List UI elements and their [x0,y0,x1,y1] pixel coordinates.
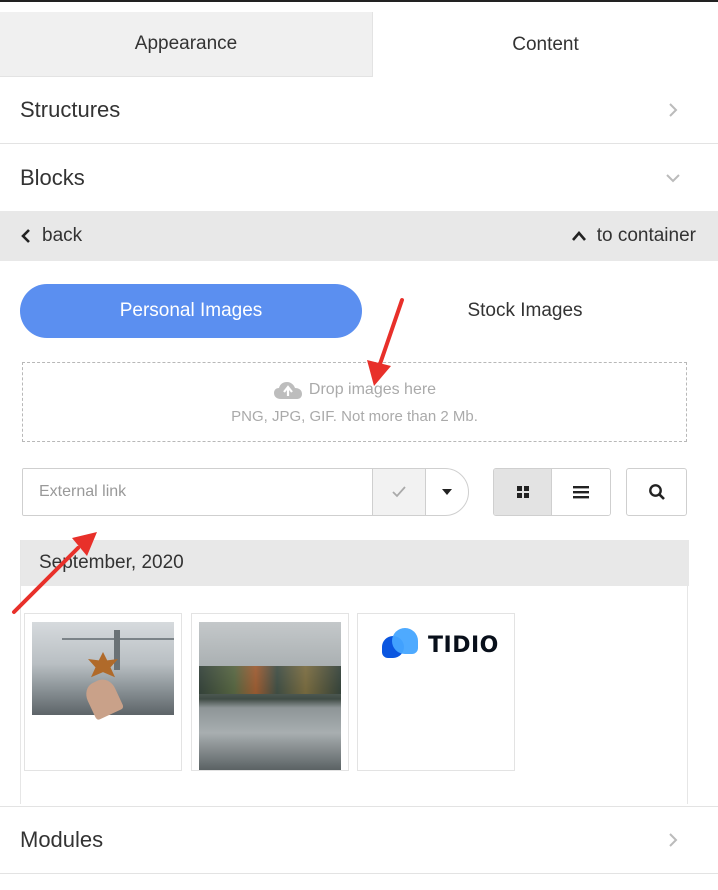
grid-view-button[interactable] [494,469,553,515]
search-icon [648,484,665,500]
drop-zone-hint: PNG, JPG, GIF. Not more than 2 Mb. [231,407,478,425]
to-container-label: to container [596,225,696,246]
blocks-nav-bar: back to container [0,211,718,261]
leaf-fog-photo [32,622,174,721]
tab-personal-images[interactable]: Personal Images [20,284,362,338]
external-link-group [22,468,469,516]
search-button[interactable] [626,468,687,516]
external-link-input[interactable] [23,469,372,515]
top-border [0,0,718,2]
gallery-thumbnail[interactable]: TIDIO [357,613,515,771]
back-button[interactable]: back [20,211,82,261]
tidio-logo-text: TIDIO [428,632,499,658]
chevron-right-icon [669,103,678,117]
external-link-confirm-button[interactable] [372,469,426,515]
check-icon [392,486,406,498]
panel-tabs: Appearance Content [0,12,718,77]
grid-icon [516,486,529,498]
section-modules-label: Modules [20,827,104,852]
section-structures-label: Structures [20,97,121,122]
section-blocks-label: Blocks [20,164,85,190]
chevron-right-icon [669,833,678,847]
chevron-up-icon [571,231,586,241]
tab-stock-images[interactable]: Stock Images [380,284,670,338]
section-modules[interactable]: Modules [0,806,718,874]
list-view-button[interactable] [552,469,610,515]
view-toggle-group [493,468,611,516]
image-gallery: September, 2020 TIDIO [20,540,689,804]
chevron-left-icon [21,229,30,243]
lake-photo [199,622,341,770]
tab-appearance[interactable]: Appearance [0,12,373,77]
image-drop-zone[interactable]: Drop images here PNG, JPG, GIF. Not more… [22,362,687,442]
to-container-button[interactable]: to container [571,211,696,261]
gallery-group-header: September, 2020 [21,540,689,586]
external-link-dropdown-button[interactable] [426,469,468,515]
list-icon [573,486,589,499]
tab-content[interactable]: Content [373,12,718,77]
gallery-thumbnail[interactable] [191,613,349,771]
cloud-upload-icon [273,381,302,399]
section-structures[interactable]: Structures [0,77,718,144]
section-blocks[interactable]: Blocks [0,144,718,211]
gallery-group-label: September, 2020 [39,552,184,573]
back-label: back [42,225,83,246]
drop-zone-title-text: Drop images here [308,380,437,398]
tidio-logo: TIDIO [382,628,499,662]
chevron-down-icon [666,173,680,182]
gallery-thumbnail[interactable] [24,613,182,771]
drop-zone-title: Drop images here [273,380,436,400]
caret-down-icon [442,489,452,495]
